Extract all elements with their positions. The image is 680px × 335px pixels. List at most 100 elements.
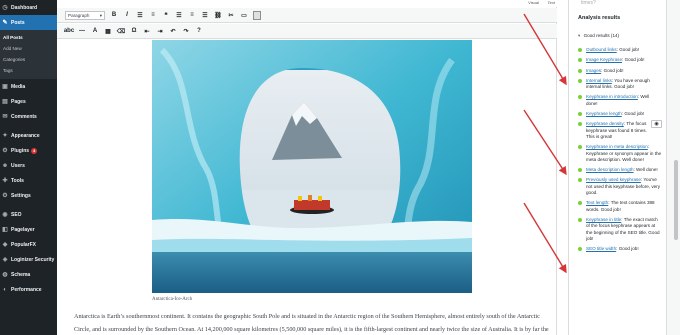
- submenu-item[interactable]: Add New: [0, 43, 57, 54]
- result-link[interactable]: Keyphrase length: [586, 111, 622, 116]
- sidebar-item-appearance[interactable]: ✦ Appearance: [0, 128, 57, 143]
- result-text: : Well done!: [633, 167, 658, 173]
- good-status-bullet: [578, 95, 582, 100]
- sidebar-item-dashboard[interactable]: ◷ Dashboard: [0, 0, 57, 15]
- good-status-bullet: [578, 112, 582, 117]
- sidebar-item-label: Loginizer Security: [11, 256, 55, 263]
- indent-icon[interactable]: ⇥: [156, 27, 164, 36]
- bullet-list-icon[interactable]: ☰: [136, 11, 144, 20]
- strikethrough-icon[interactable]: abc: [64, 27, 74, 36]
- good-status-bullet: [578, 168, 582, 173]
- outdent-icon[interactable]: ⇤: [143, 27, 151, 36]
- sidebar-item-seo[interactable]: ◉ SEO: [0, 207, 57, 222]
- redo-icon[interactable]: ↷: [182, 27, 190, 36]
- horizontal-line-icon[interactable]: —: [78, 27, 86, 36]
- scrollbar-thumb[interactable]: [674, 160, 678, 240]
- analysis-result: Images: Good job!: [578, 68, 662, 74]
- result-link[interactable]: Keyphrase in introduction: [586, 94, 638, 99]
- help-icon[interactable]: ?: [195, 27, 203, 36]
- good-status-bullet: [578, 217, 582, 222]
- image-caption: Antarctica-Ice-Arch: [152, 297, 193, 302]
- result-link[interactable]: Outbound links: [586, 47, 617, 52]
- special-character-icon[interactable]: Ω: [130, 27, 138, 36]
- sidebar-item-performance[interactable]: ◐ Performance: [0, 282, 57, 297]
- result-link[interactable]: Meta description length: [586, 167, 634, 172]
- editor-tabs-row: Visual Text: [57, 0, 557, 7]
- sidebar-item-pagelayer[interactable]: ◧ Pagelayer: [0, 222, 57, 237]
- sidebar-item-label: Tools: [11, 177, 24, 184]
- analysis-result: Previously used keyphrase: You've not us…: [578, 177, 662, 196]
- eye-icon[interactable]: ◉: [651, 120, 662, 129]
- read-more-icon[interactable]: ▭: [240, 11, 248, 20]
- sidebar-item-media[interactable]: ▣ Media: [0, 79, 57, 94]
- result-link[interactable]: Internal links: [586, 78, 612, 83]
- paste-text-icon[interactable]: ▦: [104, 27, 112, 36]
- antarctica-ice-arch-image[interactable]: [152, 40, 472, 293]
- result-text: : Good job!: [621, 111, 645, 117]
- analysis-result: Keyphrase in title: The exact match of t…: [578, 217, 662, 242]
- result-link[interactable]: Images: [586, 68, 601, 73]
- post-content-paragraph[interactable]: Antarctica is Earth’s southernmost conti…: [74, 310, 554, 335]
- panel-top-text: times?: [581, 0, 596, 6]
- sidebar-item-label: Plugins: [11, 147, 30, 154]
- sidebar-item-comments[interactable]: ✉ Comments: [0, 109, 57, 124]
- good-status-bullet: [578, 78, 582, 83]
- brush-icon: ✦: [2, 133, 8, 139]
- numbered-list-icon[interactable]: ≡: [149, 11, 157, 20]
- paragraph-line: Antarctica is Earth’s southernmost conti…: [74, 313, 540, 320]
- tab-visual[interactable]: Visual: [528, 0, 539, 5]
- analysis-result: Keyphrase in meta description: Keyphrase…: [578, 144, 662, 163]
- sidebar-item-schema[interactable]: ◍ Schema: [0, 267, 57, 282]
- sidebar-item-plugins[interactable]: ⚙ Plugins 4: [0, 143, 57, 158]
- pagelayer-icon: ◧: [2, 227, 8, 233]
- unlink-icon[interactable]: ✂: [227, 11, 235, 20]
- align-left-icon[interactable]: ☰: [175, 11, 183, 20]
- post-editor: Visual Text Paragraph ▾ B I ☰ ≡ ❝ ☰ ≡ ☰ …: [57, 0, 557, 335]
- align-right-icon[interactable]: ☰: [201, 11, 209, 20]
- toolbar-toggle-icon[interactable]: [253, 10, 261, 20]
- sidebar-item-popularfx[interactable]: ◆ PopularFX: [0, 237, 57, 252]
- pages-icon: ▤: [2, 99, 8, 105]
- bold-icon[interactable]: B: [110, 11, 118, 20]
- sidebar-item-users[interactable]: ☻ Users: [0, 158, 57, 173]
- sidebar-item-loginizer-security[interactable]: ◈ Loginizer Security: [0, 252, 57, 267]
- result-text: : Good job!: [622, 57, 645, 63]
- submenu-item[interactable]: Categories: [0, 54, 57, 65]
- format-select[interactable]: Paragraph ▾: [65, 10, 105, 20]
- analysis-result: Keyphrase density: The focus keyphrase w…: [578, 120, 662, 140]
- result-link[interactable]: Keyphrase in meta description: [586, 144, 648, 149]
- result-link[interactable]: Keyphrase density: [586, 121, 624, 126]
- blockquote-icon[interactable]: ❝: [162, 11, 170, 20]
- link-icon[interactable]: ⛓: [214, 11, 222, 20]
- users-icon: ☻: [1, 162, 9, 169]
- tab-text[interactable]: Text: [548, 0, 555, 5]
- result-link[interactable]: Text length: [586, 200, 608, 205]
- good-status-bullet: [578, 178, 582, 183]
- editor-toolbar-row-1: Paragraph ▾ B I ☰ ≡ ❝ ☰ ≡ ☰ ⛓ ✂ ▭: [57, 8, 557, 23]
- result-link[interactable]: SEO title width: [586, 246, 616, 251]
- sidebar-item-settings[interactable]: ⚙ Settings: [0, 188, 57, 203]
- sidebar-item-pages[interactable]: ▤ Pages: [0, 94, 57, 109]
- text-color-icon[interactable]: A: [91, 27, 99, 36]
- sidebar-item-tools[interactable]: ✚ Tools: [0, 173, 57, 188]
- good-status-bullet: [578, 201, 582, 206]
- good-results-toggle[interactable]: ▾ Good results (14): [578, 33, 619, 39]
- undo-icon[interactable]: ↶: [169, 27, 177, 36]
- sidebar-item-label: Pages: [11, 98, 26, 105]
- submenu-item[interactable]: All Posts: [0, 32, 57, 43]
- clear-formatting-icon[interactable]: ⌫: [117, 27, 125, 36]
- submenu-item[interactable]: Tags: [0, 65, 57, 76]
- sidebar-item-posts[interactable]: ✎ Posts: [0, 15, 57, 30]
- result-link[interactable]: Previously used keyphrase: [586, 177, 641, 182]
- italic-icon[interactable]: I: [123, 11, 131, 20]
- results-list: Outbound links: Good job! Image Keyphrase…: [578, 47, 662, 256]
- result-link[interactable]: Keyphrase in title: [586, 217, 621, 222]
- align-center-icon[interactable]: ≡: [188, 11, 196, 20]
- sidebar-item-label: Appearance: [11, 132, 40, 139]
- media-icon: ▣: [2, 84, 8, 90]
- seo-icon: ◉: [2, 212, 8, 218]
- sidebar-item-label: Comments: [11, 113, 37, 120]
- result-link[interactable]: Image Keyphrase: [586, 57, 622, 62]
- popularfx-icon: ◆: [2, 242, 8, 248]
- analysis-result: Meta description length: Well done!: [578, 167, 662, 173]
